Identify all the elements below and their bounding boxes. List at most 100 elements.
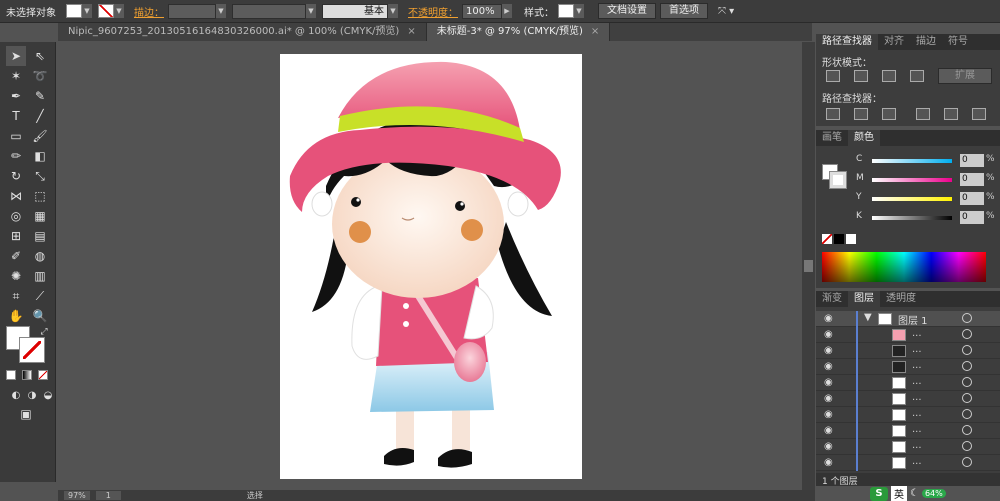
target-icon[interactable]: [962, 345, 972, 355]
stroke-weight-dropdown-icon[interactable]: ▼: [216, 4, 226, 18]
sublayer-name[interactable]: ...: [912, 392, 922, 403]
close-icon[interactable]: ×: [407, 26, 415, 37]
channel-value[interactable]: 0: [960, 211, 984, 224]
document-setup-button[interactable]: 文档设置: [598, 3, 656, 19]
variable-width-dropdown-icon[interactable]: ▼: [306, 4, 316, 18]
layer-row[interactable]: ◉...: [816, 455, 1000, 471]
eyedropper-icon[interactable]: ✐: [6, 246, 26, 266]
width-tool-icon[interactable]: ⋈: [6, 186, 26, 206]
preferences-button[interactable]: 首选项: [660, 3, 708, 19]
curvature-icon[interactable]: ✎: [30, 86, 50, 106]
vertical-scrollbar[interactable]: [802, 42, 815, 490]
rotate-tool-icon[interactable]: ↻: [6, 166, 26, 186]
variable-width-field[interactable]: [232, 3, 306, 19]
page-field[interactable]: 1: [95, 491, 121, 500]
layer-row[interactable]: ◉...: [816, 407, 1000, 423]
stroke-dropdown-icon[interactable]: ▼: [114, 4, 124, 18]
visibility-eye-icon[interactable]: ◉: [824, 441, 833, 452]
style-dropdown-icon[interactable]: ▼: [574, 4, 584, 18]
sogou-icon[interactable]: S: [870, 486, 888, 501]
tab-symbols[interactable]: 符号: [942, 34, 974, 50]
channel-value[interactable]: 0: [960, 173, 984, 186]
tab-brushes[interactable]: 画笔: [816, 130, 848, 146]
unite-icon[interactable]: [826, 70, 840, 82]
sublayer-name[interactable]: ...: [912, 376, 922, 387]
expand-arrow-icon[interactable]: ▼: [864, 312, 872, 323]
scrollbar-thumb[interactable]: [804, 260, 813, 272]
opacity-field[interactable]: 100%: [462, 3, 502, 19]
minus-front-icon[interactable]: [854, 70, 868, 82]
graphic-style-swatch[interactable]: [558, 4, 574, 18]
target-icon[interactable]: [962, 457, 972, 467]
direct-selection-tool-icon[interactable]: ⇖: [30, 46, 50, 66]
close-icon[interactable]: ×: [591, 26, 599, 37]
outline-icon[interactable]: [944, 108, 958, 120]
ime-lang[interactable]: 英: [891, 486, 907, 501]
panel-stroke-swatch[interactable]: [829, 171, 847, 189]
layer-row[interactable]: ◉...: [816, 343, 1000, 359]
layer-row[interactable]: ◉...: [816, 391, 1000, 407]
pen-tool-icon[interactable]: ✒: [6, 86, 26, 106]
eraser-icon[interactable]: ◧: [30, 146, 50, 166]
layer-row[interactable]: ◉...: [816, 423, 1000, 439]
artboard-tool-icon[interactable]: ⌗: [6, 286, 26, 306]
brush-field[interactable]: 基本: [322, 3, 388, 19]
color-mode-button[interactable]: [6, 370, 16, 380]
sublayer-name[interactable]: ...: [912, 440, 922, 451]
line-tool-icon[interactable]: ╱: [30, 106, 50, 126]
perspective-grid-icon[interactable]: ▦: [30, 206, 50, 226]
free-transform-icon[interactable]: ⬚: [30, 186, 50, 206]
status-mode[interactable]: 选择: [247, 490, 263, 501]
layer-row[interactable]: ◉...: [816, 359, 1000, 375]
pencil-icon[interactable]: ✏: [6, 146, 26, 166]
merge-icon[interactable]: [882, 108, 896, 120]
target-icon[interactable]: [962, 329, 972, 339]
sublayer-name[interactable]: ...: [912, 424, 922, 435]
gradient-tool-icon[interactable]: ▤: [30, 226, 50, 246]
layer-row[interactable]: ◉...: [816, 375, 1000, 391]
exclude-icon[interactable]: [910, 70, 924, 82]
paintbrush-icon[interactable]: 🖌: [30, 126, 50, 146]
hand-tool-icon[interactable]: ✋: [6, 306, 26, 326]
opacity-label[interactable]: 不透明度：: [408, 4, 458, 19]
opacity-dropdown-icon[interactable]: ▶: [502, 4, 512, 18]
visibility-eye-icon[interactable]: ◉: [824, 361, 833, 372]
shape-builder-icon[interactable]: ◎: [6, 206, 26, 226]
magenta-slider[interactable]: M 0 %: [856, 173, 996, 187]
scale-tool-icon[interactable]: ⤡: [30, 166, 50, 186]
fill-dropdown-icon[interactable]: ▼: [82, 4, 92, 18]
mesh-tool-icon[interactable]: ⊞: [6, 226, 26, 246]
tab-document-nipic[interactable]: Nipic_9607253_20130516164830326000.ai* @…: [58, 23, 427, 41]
rectangle-tool-icon[interactable]: ▭: [6, 126, 26, 146]
sublayer-name[interactable]: ...: [912, 456, 922, 467]
tab-pathfinder[interactable]: 路径查找器: [816, 34, 878, 50]
black-slider[interactable]: K 0 %: [856, 211, 996, 225]
lasso-icon[interactable]: ➰: [30, 66, 50, 86]
slider-track[interactable]: [872, 197, 952, 201]
blend-tool-icon[interactable]: ◍: [30, 246, 50, 266]
stroke-weight-field[interactable]: [168, 3, 216, 19]
crop-icon[interactable]: [916, 108, 930, 120]
visibility-eye-icon[interactable]: ◉: [824, 313, 833, 324]
black-swatch[interactable]: [834, 234, 844, 244]
minus-back-icon[interactable]: [972, 108, 986, 120]
target-icon[interactable]: [962, 409, 972, 419]
layer-row[interactable]: ◉...: [816, 439, 1000, 455]
visibility-eye-icon[interactable]: ◉: [824, 457, 833, 468]
sublayer-name[interactable]: ...: [912, 344, 922, 355]
target-icon[interactable]: [962, 441, 972, 451]
color-spectrum[interactable]: [822, 252, 986, 282]
none-swatch[interactable]: [822, 234, 832, 244]
visibility-eye-icon[interactable]: ◉: [824, 345, 833, 356]
brush-dropdown-icon[interactable]: ▼: [388, 4, 398, 18]
visibility-eye-icon[interactable]: ◉: [824, 377, 833, 388]
column-graph-icon[interactable]: ▥: [30, 266, 50, 286]
channel-value[interactable]: 0: [960, 192, 984, 205]
target-icon[interactable]: [962, 425, 972, 435]
cyan-slider[interactable]: C 0 %: [856, 154, 996, 168]
sublayer-name[interactable]: ...: [912, 408, 922, 419]
tab-color[interactable]: 颜色: [848, 130, 880, 146]
slider-track[interactable]: [872, 178, 952, 182]
visibility-eye-icon[interactable]: ◉: [824, 329, 833, 340]
intersect-icon[interactable]: [882, 70, 896, 82]
